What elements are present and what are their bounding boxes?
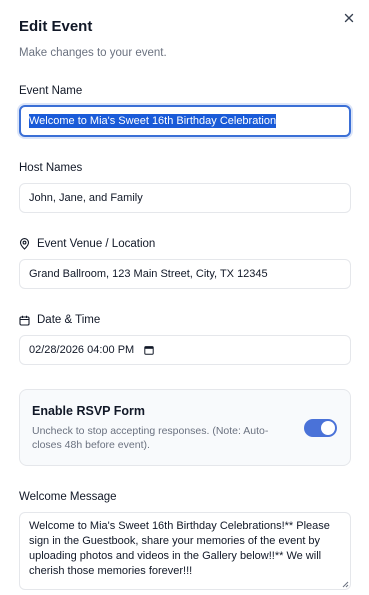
toggle-knob	[321, 421, 335, 435]
host-names-input[interactable]: John, Jane, and Family	[19, 183, 351, 213]
event-name-value: Welcome to Mia's Sweet 16th Birthday Cel…	[29, 114, 277, 128]
rsvp-text: Enable RSVP Form Uncheck to stop accepti…	[32, 404, 294, 452]
edit-event-dialog: Edit Event Make changes to your event. E…	[0, 0, 369, 595]
venue-value: Grand Ballroom, 123 Main Street, City, T…	[29, 268, 268, 280]
resize-grip-icon[interactable]	[341, 580, 349, 588]
rsvp-card: Enable RSVP Form Uncheck to stop accepti…	[19, 389, 351, 466]
rsvp-toggle[interactable]	[304, 419, 337, 437]
datetime-label: Date & Time	[37, 314, 101, 326]
welcome-field: Welcome Message Welcome to Mia's Sweet 1…	[19, 490, 351, 590]
rsvp-description: Uncheck to stop accepting responses. (No…	[32, 425, 269, 451]
dialog-title: Edit Event	[19, 18, 93, 35]
venue-input[interactable]: Grand Ballroom, 123 Main Street, City, T…	[19, 259, 351, 289]
calendar-icon	[19, 315, 30, 326]
datetime-label-row: Date & Time	[19, 313, 350, 327]
welcome-value: Welcome to Mia's Sweet 16th Birthday Cel…	[29, 520, 330, 577]
event-name-label: Event Name	[19, 85, 83, 97]
venue-label: Event Venue / Location	[37, 238, 156, 250]
welcome-label: Welcome Message	[19, 491, 117, 503]
welcome-textarea[interactable]: Welcome to Mia's Sweet 16th Birthday Cel…	[19, 512, 351, 590]
rsvp-title: Enable RSVP Form	[32, 404, 145, 418]
venue-label-row: Event Venue / Location	[19, 237, 350, 251]
host-names-value: John, Jane, and Family	[29, 192, 143, 204]
close-icon	[344, 13, 354, 23]
host-names-field: Host Names John, Jane, and Family	[19, 161, 351, 213]
datetime-value: 02/28/2026 04:00 PM	[29, 344, 135, 356]
event-name-input[interactable]: Welcome to Mia's Sweet 16th Birthday Cel…	[19, 105, 351, 137]
datetime-input[interactable]: 02/28/2026 04:00 PM	[19, 335, 351, 365]
close-button[interactable]	[339, 8, 359, 28]
datetime-field: Date & Time 02/28/2026 04:00 PM	[19, 313, 351, 365]
venue-field: Event Venue / Location Grand Ballroom, 1…	[19, 237, 351, 289]
host-names-label: Host Names	[19, 162, 83, 174]
dialog-subtitle: Make changes to your event.	[19, 47, 167, 59]
calendar-picker-icon[interactable]	[144, 345, 154, 355]
event-name-field: Event Name Welcome to Mia's Sweet 16th B…	[19, 84, 351, 137]
location-pin-icon	[19, 238, 30, 250]
